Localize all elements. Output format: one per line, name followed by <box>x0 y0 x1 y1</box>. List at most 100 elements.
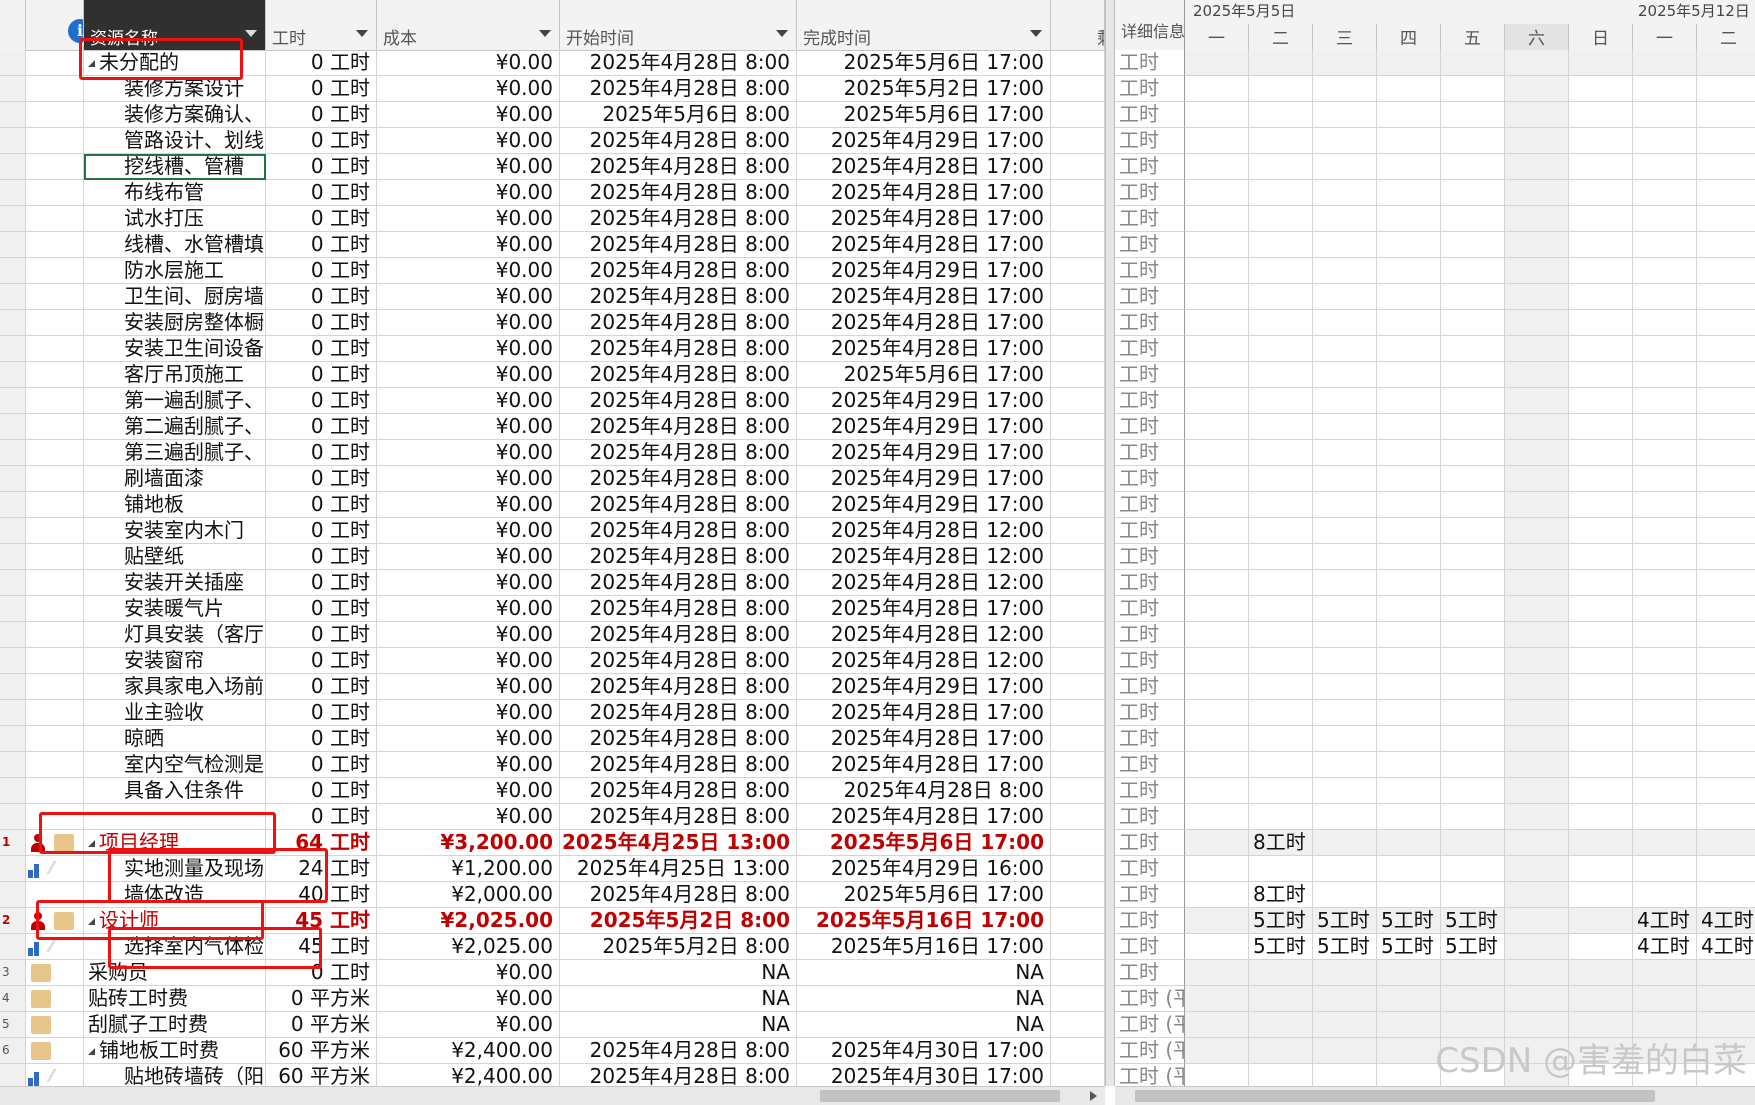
resource-name-cell[interactable]: 客厅吊顶施工 <box>84 362 266 388</box>
finish-cell[interactable]: 2025年5月6日 17:00 <box>797 830 1051 856</box>
cost-cell[interactable]: ¥0.00 <box>377 804 560 830</box>
timephased-cell[interactable] <box>1505 414 1569 440</box>
resource-name-cell[interactable]: 贴砖工时费 <box>84 986 266 1012</box>
timephased-row[interactable]: 工时 <box>1115 206 1755 232</box>
remaining-cell[interactable] <box>1051 180 1105 206</box>
cost-cell[interactable]: ¥2,400.00 <box>377 1038 560 1064</box>
work-cell[interactable]: 0 工时 <box>266 804 377 830</box>
timephased-cell[interactable] <box>1249 596 1313 622</box>
timephased-cell[interactable] <box>1377 388 1441 414</box>
timephased-row[interactable]: 工时 <box>1115 700 1755 726</box>
work-cell[interactable]: 0 工时 <box>266 622 377 648</box>
resource-name-cell[interactable]: 第二遍刮腻子、 <box>84 414 266 440</box>
table-row[interactable]: 6 铺地板工时费 60 平方米 ¥2,400.00 2025年4月28日 8:00 202… <box>0 1038 1105 1064</box>
timephased-cell[interactable] <box>1249 102 1313 128</box>
table-row[interactable]: 装修方案确认、 0 工时 ¥0.00 2025年5月6日 8:00 2025年5月6日 … <box>0 102 1105 128</box>
timephased-cell[interactable] <box>1185 830 1249 856</box>
resource-name-cell[interactable]: 晾晒 <box>84 726 266 752</box>
remaining-cell[interactable] <box>1051 440 1105 466</box>
timephased-cell[interactable] <box>1633 648 1697 674</box>
timephased-cell[interactable] <box>1441 830 1505 856</box>
indicator-cell[interactable] <box>26 284 84 310</box>
finish-cell[interactable]: 2025年4月29日 17:00 <box>797 258 1051 284</box>
start-cell[interactable]: 2025年4月25日 13:00 <box>560 830 797 856</box>
timephased-cell[interactable] <box>1633 856 1697 882</box>
remaining-cell[interactable] <box>1051 882 1105 908</box>
timephased-cell[interactable] <box>1377 1012 1441 1038</box>
table-row[interactable]: 安装开关插座 0 工时 ¥0.00 2025年4月28日 8:00 2025年4月28日… <box>0 570 1105 596</box>
timephased-cell[interactable] <box>1633 804 1697 830</box>
finish-cell[interactable]: 2025年4月28日 12:00 <box>797 518 1051 544</box>
timephased-cell[interactable] <box>1697 76 1755 102</box>
timephased-cell[interactable] <box>1633 310 1697 336</box>
work-cell[interactable]: 0 工时 <box>266 310 377 336</box>
timephased-cell[interactable] <box>1505 466 1569 492</box>
timephased-cell[interactable] <box>1377 154 1441 180</box>
cost-cell[interactable]: ¥2,025.00 <box>377 934 560 960</box>
indicator-cell[interactable] <box>26 986 84 1012</box>
remaining-cell[interactable] <box>1051 284 1105 310</box>
timephased-cell[interactable] <box>1569 908 1633 934</box>
timephased-cell[interactable] <box>1505 76 1569 102</box>
timephased-row[interactable]: 工时 <box>1115 960 1755 986</box>
timephased-cell[interactable] <box>1697 414 1755 440</box>
timephased-cell[interactable] <box>1185 388 1249 414</box>
timephased-cell[interactable] <box>1441 76 1505 102</box>
timephased-cell[interactable] <box>1185 440 1249 466</box>
timephased-cell[interactable] <box>1633 492 1697 518</box>
timephased-cell[interactable] <box>1697 960 1755 986</box>
timephased-cell[interactable] <box>1377 258 1441 284</box>
timephased-cell[interactable] <box>1633 518 1697 544</box>
timephased-cell[interactable] <box>1569 466 1633 492</box>
finish-cell[interactable]: 2025年5月6日 17:00 <box>797 882 1051 908</box>
finish-cell[interactable]: 2025年4月29日 17:00 <box>797 492 1051 518</box>
table-row[interactable]: 铺地板 0 工时 ¥0.00 2025年4月28日 8:00 2025年4月29日 17… <box>0 492 1105 518</box>
timephased-cell[interactable] <box>1185 258 1249 284</box>
timephased-cell[interactable] <box>1249 726 1313 752</box>
timephased-cell[interactable] <box>1249 544 1313 570</box>
timephased-cell[interactable] <box>1185 986 1249 1012</box>
remaining-cell[interactable] <box>1051 700 1105 726</box>
timephased-row[interactable]: 工时 <box>1115 310 1755 336</box>
remaining-cell[interactable] <box>1051 1038 1105 1064</box>
resource-name-cell[interactable]: 灯具安装（客厅 <box>84 622 266 648</box>
cost-cell[interactable]: ¥0.00 <box>377 362 560 388</box>
work-cell[interactable]: 64 工时 <box>266 830 377 856</box>
timephased-cell[interactable] <box>1441 336 1505 362</box>
resource-name-cell[interactable]: 安装窗帘 <box>84 648 266 674</box>
resource-name-cell[interactable]: 安装厨房整体橱 <box>84 310 266 336</box>
timephased-cell[interactable] <box>1505 856 1569 882</box>
indicator-cell[interactable] <box>26 128 84 154</box>
finish-cell[interactable]: 2025年4月28日 17:00 <box>797 310 1051 336</box>
resource-name-cell[interactable]: 采购员 <box>84 960 266 986</box>
timephased-row[interactable]: 工时 <box>1115 492 1755 518</box>
timephased-cell[interactable] <box>1505 882 1569 908</box>
timephased-row[interactable]: 工时 <box>1115 102 1755 128</box>
cost-cell[interactable]: ¥0.00 <box>377 752 560 778</box>
timephased-cell[interactable] <box>1569 50 1633 76</box>
timephased-cell[interactable] <box>1697 284 1755 310</box>
timephased-cell[interactable] <box>1249 154 1313 180</box>
timephased-cell[interactable] <box>1377 882 1441 908</box>
timephased-row[interactable]: 工时 <box>1115 362 1755 388</box>
timephased-cell[interactable] <box>1313 856 1377 882</box>
timephased-row[interactable]: 工时 <box>1115 596 1755 622</box>
remaining-cell[interactable] <box>1051 466 1105 492</box>
cost-cell[interactable]: ¥0.00 <box>377 76 560 102</box>
timephased-cell[interactable] <box>1505 154 1569 180</box>
timephased-row[interactable]: 工时 <box>1115 726 1755 752</box>
timephased-cell[interactable] <box>1185 102 1249 128</box>
timephased-cell[interactable] <box>1569 544 1633 570</box>
timephased-cell[interactable] <box>1313 622 1377 648</box>
cost-cell[interactable]: ¥0.00 <box>377 232 560 258</box>
resource-name-cell[interactable]: 安装暖气片 <box>84 596 266 622</box>
timephased-cell[interactable] <box>1569 960 1633 986</box>
timephased-cell[interactable] <box>1377 102 1441 128</box>
timephased-cell[interactable] <box>1569 726 1633 752</box>
timephased-cell[interactable] <box>1633 180 1697 206</box>
table-row[interactable]: 试水打压 0 工时 ¥0.00 2025年4月28日 8:00 2025年4月28日 1… <box>0 206 1105 232</box>
cost-cell[interactable]: ¥0.00 <box>377 726 560 752</box>
finish-cell[interactable]: 2025年4月28日 17:00 <box>797 804 1051 830</box>
start-cell[interactable]: 2025年4月28日 8:00 <box>560 440 797 466</box>
indicator-cell[interactable] <box>26 570 84 596</box>
